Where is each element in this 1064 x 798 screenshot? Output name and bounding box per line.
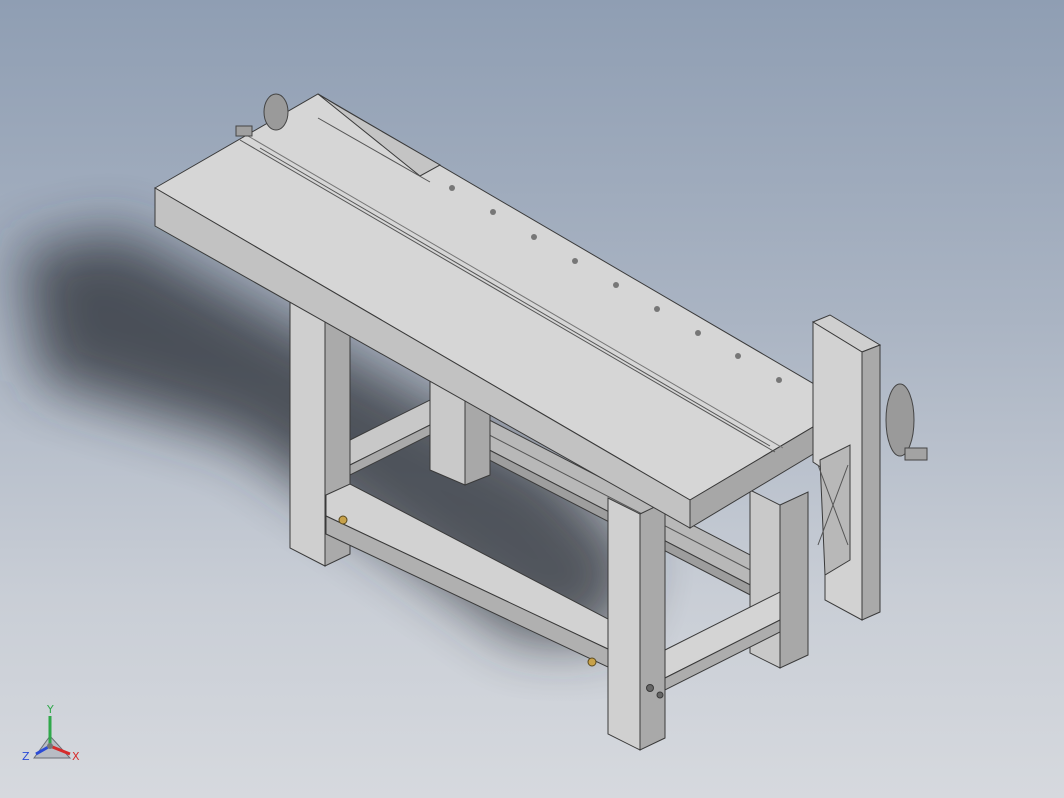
cad-viewport[interactable]: Y Z X — [0, 0, 1064, 798]
front-right-leg — [607, 497, 666, 751]
workbench-model[interactable] — [0, 0, 1064, 798]
z-axis-label: Z — [22, 750, 30, 763]
y-axis-label: Y — [46, 703, 54, 716]
right-side-stretcher — [664, 591, 781, 691]
x-axis-label: X — [72, 750, 80, 763]
orientation-triad: Y Z X — [22, 703, 80, 763]
leg-vise-chop — [811, 314, 928, 621]
